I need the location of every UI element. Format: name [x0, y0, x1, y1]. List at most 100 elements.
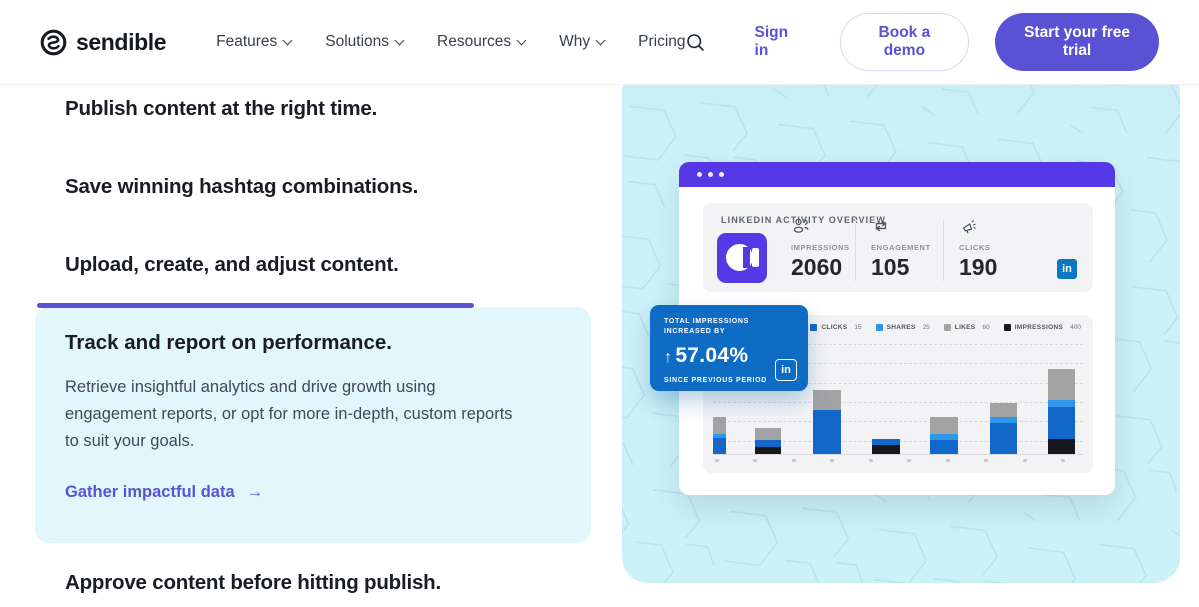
- bar-segment-likes: [713, 417, 726, 434]
- legend-swatch: [810, 324, 817, 331]
- gather-data-link[interactable]: Gather impactful data →: [65, 483, 263, 502]
- x-tick: [946, 459, 950, 462]
- chart-legend: CLICKS 15 SHARES 25 LIKES60 IMPRESSIONS 400: [810, 324, 1081, 331]
- x-tick: [715, 459, 719, 462]
- x-tick: [907, 459, 911, 462]
- bar-segment-clicks: [1048, 407, 1075, 439]
- nav-item-features[interactable]: Features: [216, 33, 291, 51]
- x-tick: [830, 459, 834, 462]
- stat-label: IMPRESSIONS: [791, 243, 861, 252]
- search-icon[interactable]: [686, 33, 705, 52]
- feature-item-approve[interactable]: Approve content before hitting publish.: [65, 571, 441, 595]
- start-trial-button[interactable]: Start your free trial: [995, 13, 1159, 71]
- stats-divider: [943, 219, 944, 281]
- book-demo-button[interactable]: Book a demo: [840, 13, 969, 71]
- stacked-bar-7: [1048, 369, 1075, 454]
- legend-item-shares: SHARES 25: [876, 324, 930, 331]
- bar-segment-clicks: [930, 440, 958, 454]
- feature-item-publish[interactable]: Publish content at the right time.: [65, 97, 377, 121]
- legend-label: LIKES: [955, 324, 976, 331]
- nav-item-resources[interactable]: Resources: [437, 33, 525, 51]
- sendible-logo-icon: [40, 29, 67, 56]
- profile-glyph-notch: [743, 247, 750, 268]
- bar-segment-impressions: [755, 447, 781, 454]
- x-tick: [753, 459, 757, 462]
- chart-x-axis: [713, 454, 1083, 455]
- feature-item-upload[interactable]: Upload, create, and adjust content.: [65, 253, 399, 277]
- x-tick: [1061, 459, 1065, 462]
- active-feature-title: Track and report on performance.: [65, 331, 392, 355]
- bar-segment-impressions: [872, 445, 900, 454]
- sendible-logo[interactable]: sendible: [40, 29, 166, 56]
- highlight-line1: TOTAL IMPRESSIONS: [664, 317, 796, 327]
- nav-item-label: Solutions: [325, 33, 389, 51]
- gridline: [713, 421, 1083, 422]
- bar-segment-likes: [990, 403, 1017, 417]
- bar-segment-likes: [930, 417, 958, 434]
- legend-swatch: [944, 324, 951, 331]
- gather-data-label: Gather impactful data: [65, 483, 235, 502]
- stacked-bar-1: [713, 417, 726, 454]
- stat-clicks: CLICKS 190: [959, 217, 1029, 281]
- active-feature-description: Retrieve insightful analytics and drive …: [65, 374, 520, 455]
- bar-segment-likes: [1048, 369, 1075, 400]
- stat-impressions: IMPRESSIONS2060: [791, 217, 861, 281]
- x-tick: [869, 459, 873, 462]
- feature-item-hashtags[interactable]: Save winning hashtag combinations.: [65, 175, 418, 199]
- stats-divider: [855, 219, 856, 281]
- stacked-bar-2: [755, 428, 781, 454]
- x-tick: [984, 459, 988, 462]
- arrow-up-icon: ↑: [664, 349, 672, 366]
- stacked-bar-6: [990, 403, 1017, 454]
- legend-value: 15: [854, 324, 861, 331]
- profile-glyph-pill: [752, 248, 759, 267]
- legend-label: IMPRESSIONS: [1015, 324, 1063, 331]
- stat-engagement: ENGAGEMENT 105: [871, 217, 941, 281]
- profile-tile: [717, 233, 767, 283]
- nav-item-why[interactable]: Why: [559, 33, 604, 51]
- stat-label: CLICKS: [959, 243, 1029, 252]
- bar-segment-likes: [755, 428, 781, 440]
- legend-swatch: [876, 324, 883, 331]
- top-navbar: sendible Features Solutions Resources Why Pr…: [0, 0, 1199, 85]
- megaphone-icon: [959, 222, 979, 239]
- active-feature-card: Track and report on performance. Retriev…: [35, 307, 591, 543]
- legend-value: 400: [1070, 324, 1081, 331]
- legend-value: 25: [923, 324, 930, 331]
- legend-item-likes: LIKES60: [944, 324, 990, 331]
- sign-in-link[interactable]: Sign in: [755, 24, 798, 60]
- main-nav: Features Solutions Resources Why Pricing: [216, 33, 685, 51]
- linkedin-outline-icon: in: [775, 359, 797, 381]
- chevron-down-icon: [517, 35, 527, 45]
- highlight-line2: INCREASED BY: [664, 327, 796, 337]
- window-dot: [708, 172, 713, 177]
- stat-value: 105: [871, 254, 941, 281]
- window-dot: [697, 172, 702, 177]
- chevron-down-icon: [283, 35, 293, 45]
- linkedin-overview-card: LINKEDIN ACTIVITY OVERVIEW IMPRESSIONS20…: [703, 203, 1093, 292]
- repeat-icon: [871, 222, 891, 239]
- illustration-panel: LINKEDIN ACTIVITY OVERVIEW IMPRESSIONS20…: [622, 85, 1180, 583]
- nav-item-label: Why: [559, 33, 590, 51]
- window-dot: [719, 172, 724, 177]
- legend-label: CLICKS: [821, 324, 847, 331]
- nav-item-label: Pricing: [638, 33, 685, 51]
- nav-item-label: Resources: [437, 33, 511, 51]
- bar-segment-likes: [813, 390, 841, 410]
- gridline: [713, 402, 1083, 403]
- bar-segment-impressions: [1048, 439, 1075, 454]
- brand-name: sendible: [76, 29, 166, 56]
- bar-segment-clicks: [813, 410, 841, 454]
- legend-item-clicks: CLICKS 15: [810, 324, 861, 331]
- legend-label: SHARES: [887, 324, 916, 331]
- stat-value: 190: [959, 254, 1029, 281]
- bar-segment-shares: [1048, 400, 1075, 407]
- chevron-down-icon: [395, 35, 405, 45]
- bar-segment-clicks: [713, 438, 726, 454]
- stat-label: ENGAGEMENT: [871, 243, 941, 252]
- nav-item-pricing[interactable]: Pricing: [638, 33, 685, 51]
- people-icon: [791, 222, 811, 239]
- browser-title-bar: [679, 162, 1115, 187]
- nav-item-solutions[interactable]: Solutions: [325, 33, 403, 51]
- bar-segment-clicks: [755, 440, 781, 447]
